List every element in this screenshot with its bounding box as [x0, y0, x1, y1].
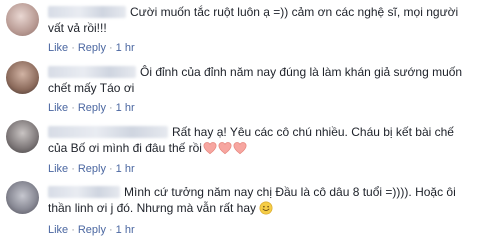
like-button[interactable]: Like [48, 163, 68, 175]
timestamp[interactable]: 1 hr [116, 224, 135, 236]
reply-button[interactable]: Reply [78, 102, 106, 114]
avatar[interactable] [6, 3, 39, 36]
heart-icon [218, 142, 232, 155]
avatar[interactable] [6, 181, 39, 214]
commenter-name-blurred[interactable] [48, 126, 168, 138]
reply-button[interactable]: Reply [78, 42, 106, 54]
heart-icon [203, 142, 217, 155]
commenter-name-blurred[interactable] [48, 186, 120, 198]
like-button[interactable]: Like [48, 102, 68, 114]
commenter-name-blurred[interactable] [48, 6, 126, 18]
timestamp[interactable]: 1 hr [116, 163, 135, 175]
comment-actions: Like · Reply · 1 hr [48, 163, 135, 175]
reply-button[interactable]: Reply [78, 163, 106, 175]
reply-button[interactable]: Reply [78, 224, 106, 236]
avatar[interactable] [6, 120, 39, 153]
comment-actions: Like · Reply · 1 hr [48, 224, 135, 236]
smiley-icon [259, 201, 273, 215]
like-button[interactable]: Like [48, 224, 68, 236]
timestamp[interactable]: 1 hr [116, 102, 135, 114]
heart-icon [233, 142, 247, 155]
avatar[interactable] [6, 61, 39, 94]
timestamp[interactable]: 1 hr [116, 42, 135, 54]
commenter-name-blurred[interactable] [48, 66, 136, 78]
comment-actions: Like · Reply · 1 hr [48, 102, 135, 114]
comment-actions: Like · Reply · 1 hr [48, 42, 135, 54]
like-button[interactable]: Like [48, 42, 68, 54]
